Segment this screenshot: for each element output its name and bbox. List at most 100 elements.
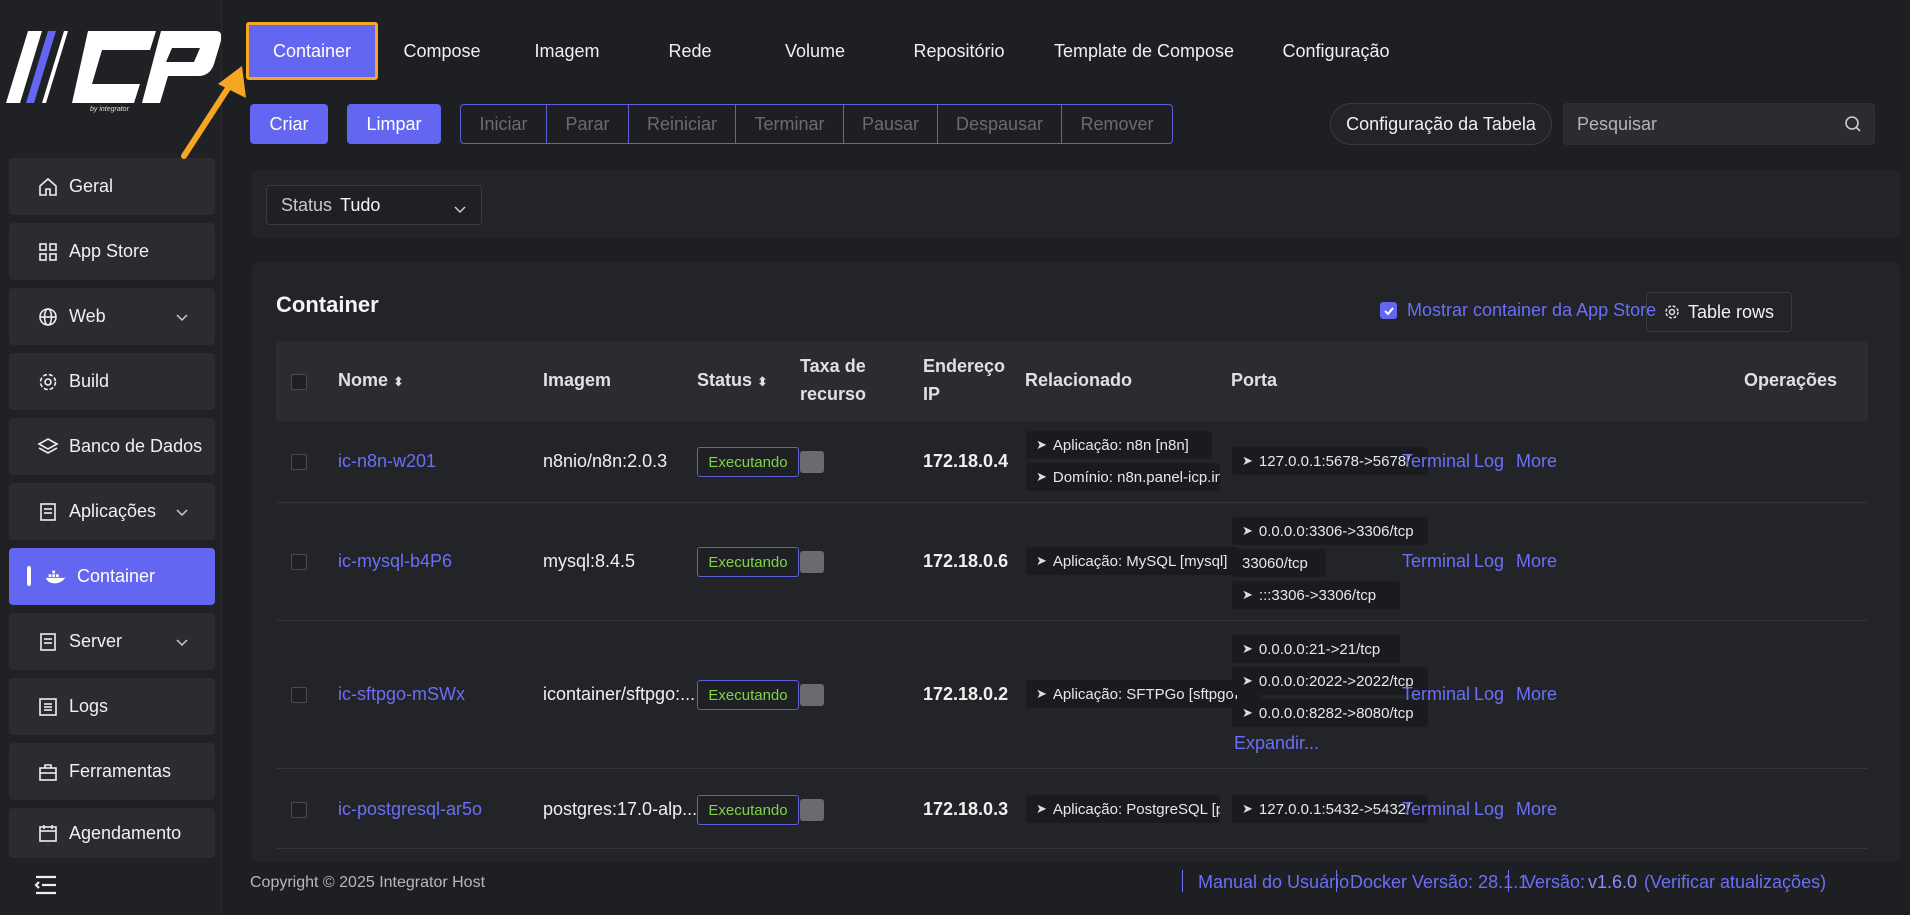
sidebar-item-ferramentas[interactable]: Ferramentas	[9, 743, 215, 800]
kill-button[interactable]: Terminar	[736, 105, 844, 143]
tab-compose[interactable]: Compose	[390, 22, 494, 80]
related-tag[interactable]: ➤ Aplicação: n8n [n8n]	[1026, 431, 1212, 459]
more-link[interactable]: More	[1516, 551, 1557, 572]
sidebar-item-label: Aplicações	[69, 501, 157, 521]
log-link[interactable]: Log	[1474, 799, 1504, 820]
unpause-button[interactable]: Despausar	[938, 105, 1062, 143]
port-tag[interactable]: ➤ 0.0.0.0:3306->3306/tcp	[1232, 517, 1428, 545]
status-badge: Executando	[697, 447, 799, 477]
sidebar-item-web[interactable]: Web	[9, 288, 215, 345]
header-status[interactable]: Status ⬍	[697, 370, 768, 391]
sort-icon: ⬍	[393, 374, 404, 389]
start-button[interactable]: Iniciar	[461, 105, 547, 143]
search-box	[1563, 103, 1875, 145]
arrow-annotation-icon	[181, 66, 246, 159]
terminal-link[interactable]: Terminal	[1402, 451, 1470, 472]
related-tag[interactable]: ➤ Aplicação: MySQL [mysql]	[1026, 547, 1238, 575]
log-link[interactable]: Log	[1474, 684, 1504, 705]
layers-icon	[37, 436, 59, 458]
related-tag[interactable]: ➤Domínio: n8n.panel-icp.integra	[1026, 463, 1220, 491]
remove-button[interactable]: Remover	[1062, 105, 1172, 143]
row-checkbox[interactable]	[291, 687, 307, 703]
sidebar-item-app-store[interactable]: App Store	[9, 223, 215, 280]
related-tag[interactable]: ➤Aplicação: PostgreSQL [postg	[1026, 795, 1220, 823]
sidebar-item-label: Container	[77, 566, 156, 586]
sidebar-item-label: App Store	[69, 241, 150, 261]
collapse-menu-icon[interactable]	[34, 874, 58, 896]
port-tag[interactable]: ➤ 0.0.0.0:8282->8080/tcp	[1232, 699, 1428, 727]
port-tag[interactable]: ➤ 127.0.0.1:5678->5678/	[1232, 447, 1428, 475]
loading-icon	[800, 451, 824, 473]
tab-volume[interactable]: Volume	[760, 22, 870, 80]
select-all-checkbox[interactable]	[291, 374, 307, 390]
container-name-link[interactable]: ic-mysql-b4P6	[338, 551, 452, 572]
port-tag[interactable]: ➤ 127.0.0.1:5432->5432/	[1232, 795, 1428, 823]
table-config-button[interactable]: Configuração da Tabela	[1330, 103, 1552, 145]
show-appstore-toggle[interactable]: Mostrar container da App Store	[1380, 300, 1656, 321]
logo-subtitle: by integrator	[90, 106, 129, 113]
sidebar-item-server[interactable]: Server	[9, 613, 215, 670]
version-label: Versão:	[1524, 872, 1586, 892]
sidebar-item-label: Server	[69, 631, 123, 651]
search-input[interactable]	[1564, 104, 1824, 144]
more-link[interactable]: More	[1516, 451, 1557, 472]
sidebar-item-aplicacoes[interactable]: Aplicações	[9, 483, 215, 540]
header-name[interactable]: Nome ⬍	[338, 370, 404, 391]
tab-template-de-compose[interactable]: Template de Compose	[1040, 22, 1248, 80]
row-checkbox[interactable]	[291, 554, 307, 570]
tab-configuracao[interactable]: Configuração	[1262, 22, 1410, 80]
log-link[interactable]: Log	[1474, 551, 1504, 572]
copyright-text: Copyright © 2025 Integrator Host	[250, 874, 486, 891]
status-filter-select[interactable]: Status Tudo	[266, 185, 482, 225]
expand-ports-link[interactable]: Expandir...	[1234, 733, 1319, 754]
port-tag[interactable]: ➤:::3306->3306/tcp	[1232, 581, 1400, 609]
header-ip-line1: Endereço	[923, 356, 1006, 376]
port-tag[interactable]: ➤ 0.0.0.0:2022->2022/tcp	[1232, 667, 1428, 695]
tab-container[interactable]: Container	[246, 22, 378, 80]
image-cell: n8nio/n8n:2.0.3	[543, 451, 668, 471]
row-checkbox[interactable]	[291, 802, 307, 818]
container-name-link[interactable]: ic-postgresql-ar5o	[338, 799, 482, 820]
create-button[interactable]: Criar	[250, 104, 328, 144]
restart-button[interactable]: Reiniciar	[629, 105, 736, 143]
tab-rede[interactable]: Rede	[640, 22, 740, 80]
sidebar-item-banco-de-dados[interactable]: Banco de Dados	[9, 418, 215, 475]
sidebar-item-logs[interactable]: Logs	[9, 678, 215, 735]
search-icon[interactable]	[1844, 115, 1862, 133]
version-value: v1.6.0	[1588, 872, 1638, 892]
ip-cell: 172.18.0.3	[923, 799, 1009, 819]
sidebar-item-build[interactable]: Build	[9, 353, 215, 410]
tab-imagem[interactable]: Imagem	[512, 22, 622, 80]
stop-button[interactable]: Parar	[547, 105, 629, 143]
container-name-link[interactable]: ic-sftpgo-mSWx	[338, 684, 465, 705]
terminal-link[interactable]: Terminal	[1402, 799, 1470, 820]
table-header: Nome ⬍ Imagem Status ⬍ Taxa de recurso E…	[276, 342, 1868, 421]
check-updates-link[interactable]: (Verificar atualizações)	[1644, 872, 1826, 893]
header-ip-line2: IP	[923, 384, 941, 404]
related-tag[interactable]: ➤ Aplicação: SFTPGo [sftpgo]	[1026, 680, 1260, 708]
header-operations: Operações	[1744, 370, 1838, 390]
sidebar-item-geral[interactable]: Geral	[9, 158, 215, 215]
terminal-link[interactable]: Terminal	[1402, 684, 1470, 705]
port-tag[interactable]: ➤ 0.0.0.0:21->21/tcp	[1232, 635, 1400, 663]
log-link[interactable]: Log	[1474, 451, 1504, 472]
clean-button[interactable]: Limpar	[347, 104, 441, 144]
user-manual-link[interactable]: Manual do Usuário	[1198, 872, 1349, 893]
container-card: Container Mostrar container da App Store…	[252, 262, 1900, 862]
more-link[interactable]: More	[1516, 684, 1557, 705]
sidebar-item-container[interactable]: Container	[9, 548, 215, 605]
terminal-link[interactable]: Terminal	[1402, 551, 1470, 572]
pause-button[interactable]: Pausar	[844, 105, 938, 143]
more-link[interactable]: More	[1516, 799, 1557, 820]
top-tabs: Container Compose Imagem Rede Volume Rep…	[222, 22, 1910, 80]
container-name-link[interactable]: ic-n8n-w201	[338, 451, 436, 472]
status-badge: Executando	[697, 547, 799, 577]
sidebar-item-agendamento[interactable]: Agendamento	[9, 808, 215, 858]
port-tag[interactable]: 33060/tcp	[1232, 549, 1326, 577]
check-icon[interactable]	[1380, 302, 1397, 319]
send-icon: ➤	[1242, 523, 1253, 538]
status-filter-value: Tudo	[340, 194, 381, 215]
tab-repositorio[interactable]: Repositório	[888, 22, 1030, 80]
row-checkbox[interactable]	[291, 454, 307, 470]
table-rows-button[interactable]: Table rows	[1646, 292, 1792, 332]
